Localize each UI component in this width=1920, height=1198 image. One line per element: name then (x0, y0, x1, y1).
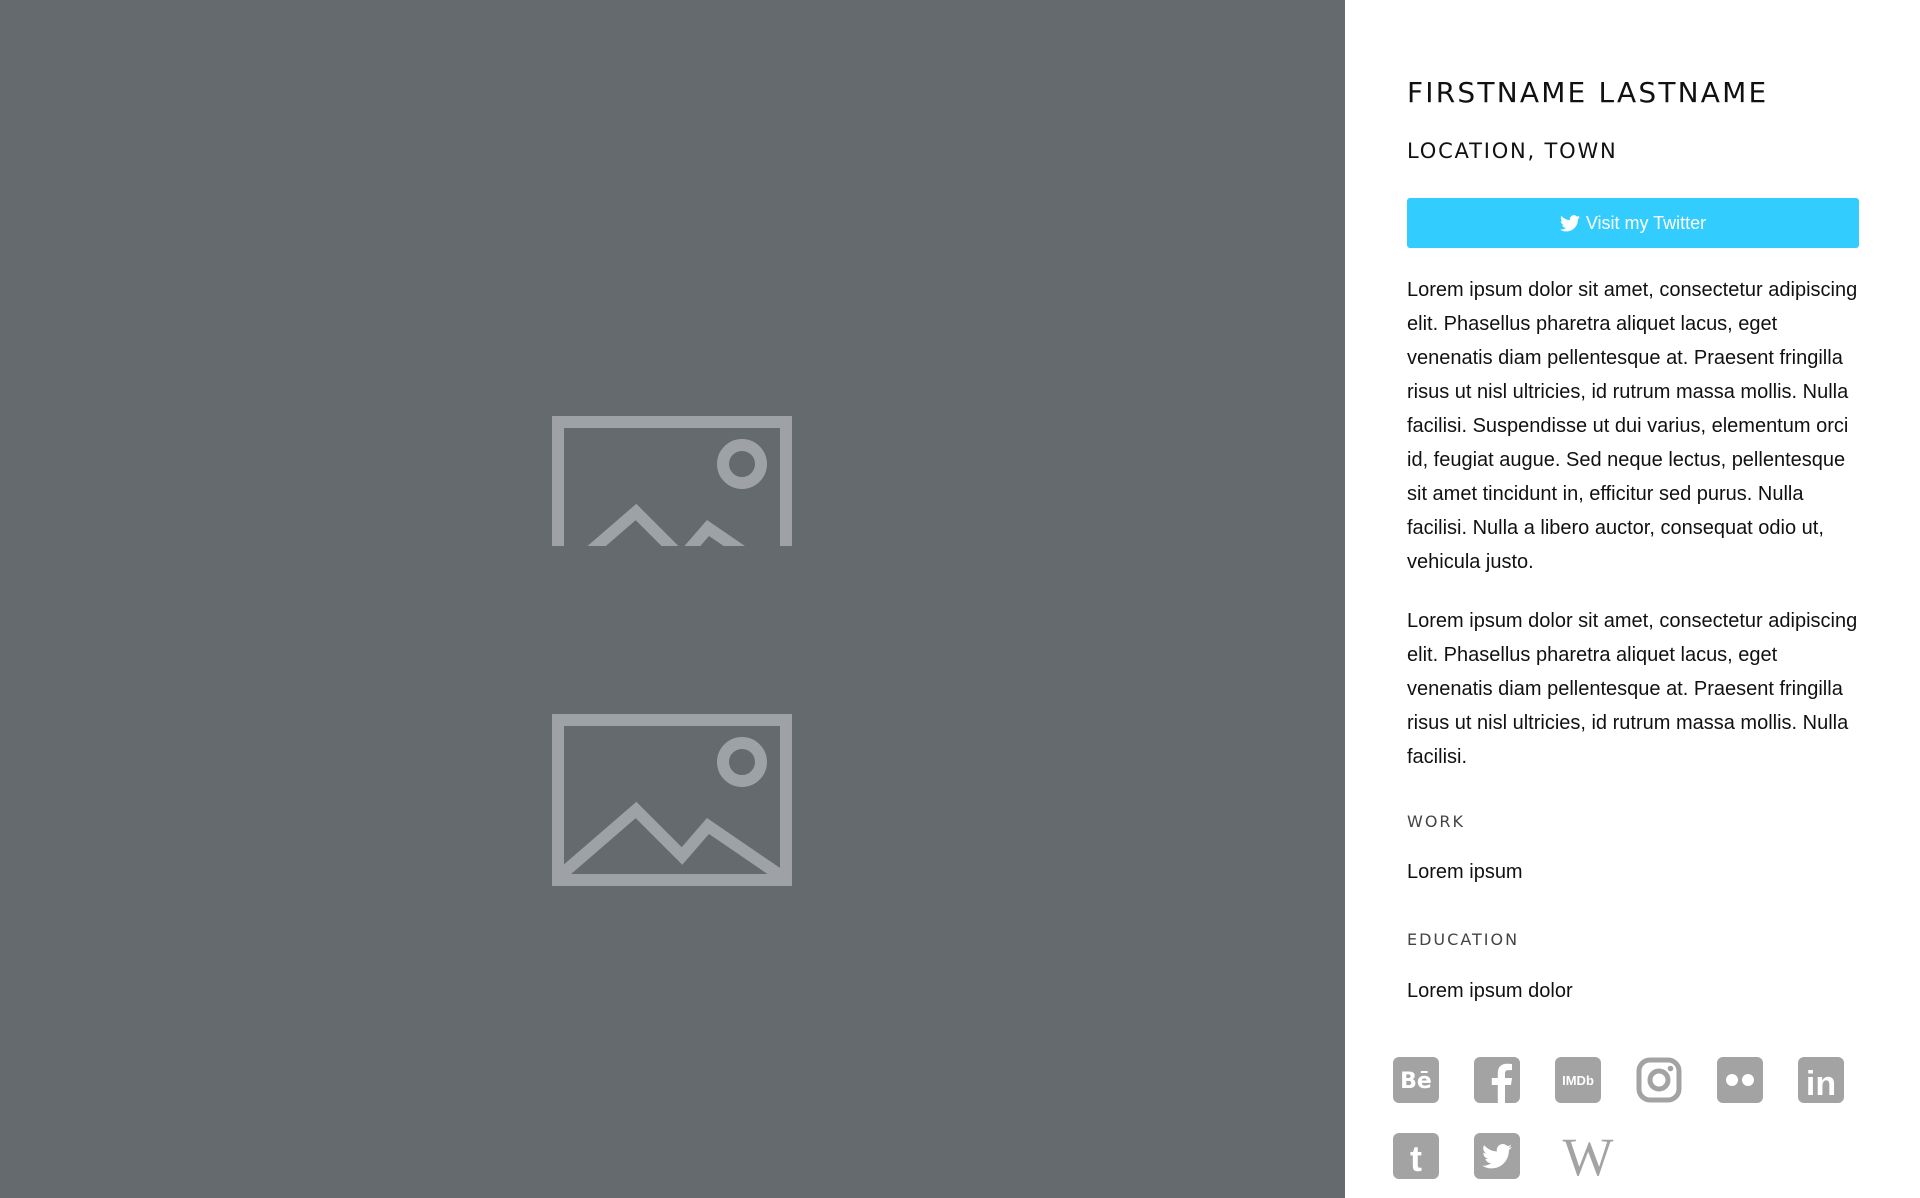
svg-text:Bē: Bē (1400, 1069, 1432, 1094)
image-placeholder-icon[interactable] (552, 416, 792, 546)
linkedin-icon[interactable]: in (1798, 1057, 1844, 1103)
education-heading: EDUCATION (1407, 930, 1520, 949)
visit-twitter-label: Visit my Twitter (1585, 212, 1707, 233)
behance-icon[interactable]: Bē (1393, 1057, 1439, 1103)
visit-twitter-button[interactable]: Visit my Twitter (1407, 198, 1859, 248)
work-heading: WORK (1407, 812, 1466, 831)
flickr-icon[interactable] (1717, 1057, 1763, 1103)
imdb-icon[interactable]: IMDb (1555, 1057, 1601, 1103)
wikipedia-icon[interactable]: W (1555, 1133, 1621, 1179)
svg-text:W: W (1563, 1133, 1614, 1179)
instagram-icon[interactable] (1636, 1057, 1682, 1103)
education-value: Lorem ipsum dolor (1407, 980, 1573, 1002)
twitter-icon (1559, 214, 1580, 231)
svg-text:in: in (1806, 1065, 1836, 1103)
image-gallery (0, 0, 1345, 1198)
svg-text:t: t (1410, 1138, 1422, 1179)
work-value: Lorem ipsum (1407, 861, 1523, 883)
bio-paragraph-1: Lorem ipsum dolor sit amet, consectetur … (1407, 279, 1858, 573)
image-placeholder-icon[interactable] (552, 714, 792, 886)
bio-paragraph-2: Lorem ipsum dolor sit amet, consectetur … (1407, 610, 1858, 768)
facebook-icon[interactable] (1474, 1057, 1520, 1103)
svg-text:IMDb: IMDb (1562, 1073, 1594, 1088)
profile-sidebar: FIRSTNAME LASTNAME LOCATION, TOWN Visit … (1345, 0, 1920, 1198)
profile-location: LOCATION, TOWN (1407, 139, 1618, 163)
profile-name: FIRSTNAME LASTNAME (1407, 76, 1769, 109)
twitter-icon[interactable] (1474, 1133, 1520, 1179)
tumblr-icon[interactable]: t (1393, 1133, 1439, 1179)
